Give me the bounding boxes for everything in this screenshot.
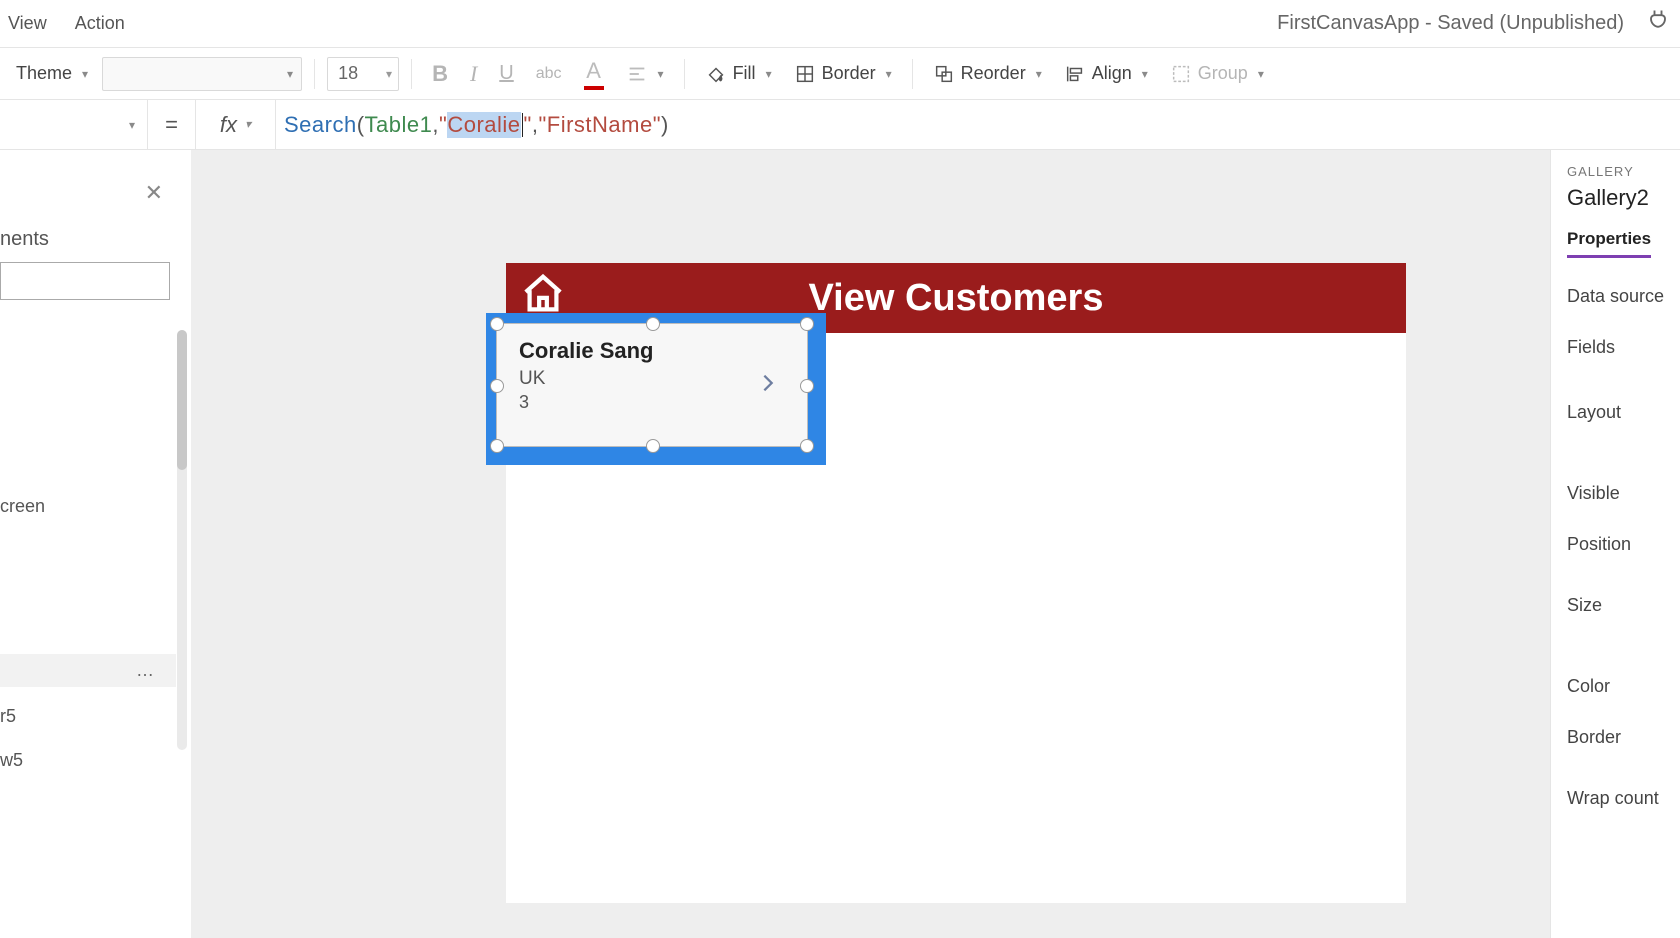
- prop-color[interactable]: Color: [1567, 676, 1680, 697]
- resize-handle[interactable]: [490, 379, 504, 393]
- tok-column: FirstName: [547, 112, 653, 138]
- prop-data-source[interactable]: Data source: [1567, 286, 1680, 307]
- menu-action[interactable]: Action: [75, 13, 125, 34]
- app-status-text: FirstCanvasApp - Saved (Unpublished): [1277, 12, 1624, 35]
- separator: [912, 59, 913, 89]
- tok-comma: ,: [532, 112, 539, 138]
- canvas[interactable]: View Customers Coralie Sang UK 3: [192, 150, 1550, 938]
- tok-fn: Search: [284, 112, 357, 138]
- align-icon: [1064, 63, 1086, 85]
- app-checker-icon[interactable]: [1644, 7, 1672, 41]
- ribbon: Theme 18 ▾ B I U abc A Fill Border Reord…: [0, 48, 1680, 100]
- gallery-item[interactable]: Coralie Sang UK 3: [496, 323, 808, 447]
- fill-icon: [705, 63, 727, 85]
- font-name-combo[interactable]: [102, 57, 302, 91]
- tok-close: ): [661, 112, 669, 138]
- tree-view-panel: ✕ nents creen … r5 w5: [0, 150, 192, 938]
- prop-position[interactable]: Position: [1567, 534, 1680, 555]
- reorder-label: Reorder: [961, 63, 1026, 84]
- tree-scrollbar[interactable]: [177, 330, 187, 750]
- selected-control-name: Gallery2: [1567, 185, 1680, 211]
- close-icon[interactable]: ✕: [145, 180, 163, 206]
- scrollbar-thumb[interactable]: [177, 330, 187, 470]
- font-color-button[interactable]: A: [576, 54, 612, 94]
- italic-button[interactable]: I: [462, 57, 485, 91]
- equals-cell: =: [148, 100, 196, 149]
- separator: [411, 59, 412, 89]
- tree-search-input[interactable]: [0, 262, 170, 300]
- tok-quote: ": [439, 112, 447, 138]
- tok-quote: ": [538, 112, 546, 138]
- group-dropdown[interactable]: Group: [1162, 59, 1272, 89]
- resize-handle[interactable]: [646, 439, 660, 453]
- gallery-item-subtitle: UK: [519, 368, 545, 390]
- fill-label: Fill: [733, 63, 756, 84]
- tab-properties[interactable]: Properties: [1567, 229, 1651, 258]
- underline-button[interactable]: U: [491, 58, 521, 89]
- border-dropdown[interactable]: Border: [786, 59, 900, 89]
- reorder-icon: [933, 63, 955, 85]
- border-icon: [794, 63, 816, 85]
- tok-quote: ": [653, 112, 661, 138]
- prop-border[interactable]: Border: [1567, 727, 1680, 748]
- prop-layout[interactable]: Layout: [1567, 402, 1680, 423]
- resize-handle[interactable]: [800, 317, 814, 331]
- theme-dropdown[interactable]: Theme: [8, 59, 96, 88]
- property-dropdown[interactable]: [0, 100, 148, 149]
- gallery-item-body: 3: [519, 392, 529, 413]
- prop-fields[interactable]: Fields: [1567, 337, 1680, 358]
- border-label: Border: [822, 63, 876, 84]
- align-label: Align: [1092, 63, 1132, 84]
- tree-item-screen[interactable]: creen: [0, 496, 45, 517]
- more-icon[interactable]: …: [136, 660, 176, 681]
- separator: [684, 59, 685, 89]
- panel-category: GALLERY: [1567, 164, 1680, 179]
- gallery-selection[interactable]: Coralie Sang UK 3: [486, 313, 826, 465]
- properties-panel: GALLERY Gallery2 Properties Data source …: [1550, 150, 1680, 938]
- font-size-value: 18: [338, 63, 358, 84]
- app-screen: View Customers Coralie Sang UK 3: [506, 263, 1406, 903]
- prop-size[interactable]: Size: [1567, 595, 1680, 616]
- tok-ds: Table1: [365, 112, 433, 138]
- menu-view[interactable]: View: [8, 13, 47, 34]
- menubar-right: FirstCanvasApp - Saved (Unpublished): [1277, 7, 1672, 41]
- tree-item-selected[interactable]: …: [0, 654, 176, 687]
- workspace: ✕ nents creen … r5 w5 View Customers Cor…: [0, 150, 1680, 938]
- resize-handle[interactable]: [800, 439, 814, 453]
- chevron-right-icon[interactable]: [757, 368, 779, 403]
- menubar-left: View Action: [4, 13, 125, 34]
- fx-button[interactable]: fx: [196, 100, 276, 149]
- resize-handle[interactable]: [646, 317, 660, 331]
- tree-tab-fragment[interactable]: nents: [0, 228, 49, 251]
- formula-input[interactable]: Search(Table1, "Coralie", "FirstName"): [276, 100, 1680, 149]
- tok-open: (: [357, 112, 365, 138]
- font-size-combo[interactable]: 18 ▾: [327, 57, 399, 91]
- menubar: View Action FirstCanvasApp - Saved (Unpu…: [0, 0, 1680, 48]
- fx-label: fx: [220, 112, 237, 138]
- group-label: Group: [1198, 63, 1248, 84]
- resize-handle[interactable]: [490, 439, 504, 453]
- resize-handle[interactable]: [490, 317, 504, 331]
- resize-handle[interactable]: [800, 379, 814, 393]
- group-icon: [1170, 63, 1192, 85]
- strikethrough-button[interactable]: abc: [528, 61, 570, 87]
- gallery-item-title: Coralie Sang: [519, 338, 653, 364]
- tok-comma: ,: [432, 112, 439, 138]
- separator: [314, 59, 315, 89]
- tree-item-w5[interactable]: w5: [0, 750, 23, 771]
- bold-button[interactable]: B: [424, 57, 456, 91]
- prop-wrap-count[interactable]: Wrap count: [1567, 788, 1680, 809]
- formula-bar: = fx Search(Table1, "Coralie", "FirstNam…: [0, 100, 1680, 150]
- tree-item-r5[interactable]: r5: [0, 706, 16, 727]
- prop-visible[interactable]: Visible: [1567, 483, 1680, 504]
- tok-quote: ": [524, 112, 532, 138]
- tok-selected: Coralie: [447, 112, 520, 138]
- reorder-dropdown[interactable]: Reorder: [925, 59, 1050, 89]
- text-align-button[interactable]: [618, 59, 672, 89]
- fill-dropdown[interactable]: Fill: [697, 59, 780, 89]
- text-caret: [522, 113, 523, 137]
- align-dropdown[interactable]: Align: [1056, 59, 1156, 89]
